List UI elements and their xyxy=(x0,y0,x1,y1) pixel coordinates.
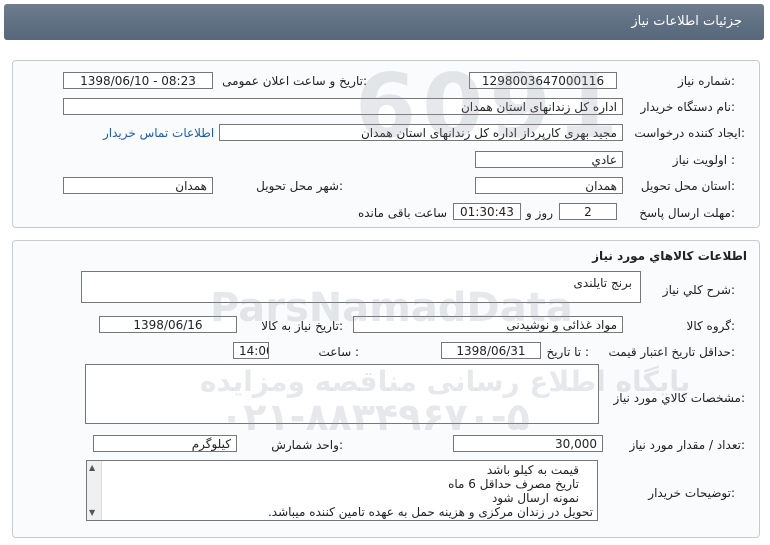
validity-time-field: 14:00 xyxy=(233,342,269,359)
goods-section-title: اطلاعات کالاهاي مورد نياز xyxy=(592,249,747,263)
validity-label: حداقل تاريخ اعتبار قيمت: xyxy=(608,345,735,359)
qty-field: 30,000 xyxy=(453,435,603,452)
summary-text: برنج تايلندی xyxy=(573,276,632,290)
unit-label: واحد شمارش: xyxy=(271,438,343,452)
buyer-contact-link[interactable]: اطلاعات تماس خريدار xyxy=(103,126,214,140)
specs-label: مشخصات کالاي مورد نياز: xyxy=(613,391,745,405)
note-line: تحويل در زندان مرکزی و هزينه حمل به عهده… xyxy=(267,505,593,519)
note-line: قيمت به کيلو باشد xyxy=(486,463,579,477)
scroll-up-icon[interactable]: ▲ xyxy=(89,463,95,472)
group-label: گروه کالا: xyxy=(686,319,736,333)
until-date-label: تا تاريخ : xyxy=(546,345,589,359)
notes-scrollbar[interactable]: ▲ ▼ xyxy=(87,461,102,520)
buyer-notes-field[interactable]: ▲ ▼ قيمت به کيلو باشد تاريخ مصرف حداقل 6… xyxy=(86,460,598,521)
deadline-label: مهلت ارسال پاسخ: xyxy=(639,206,735,220)
deadline-days-field: 2 xyxy=(559,203,617,220)
summary-label: شرح کلي نياز: xyxy=(662,283,735,297)
priority-field: عادي xyxy=(475,151,623,168)
qty-value: 30,000 xyxy=(555,437,597,451)
city-field: همدان xyxy=(63,177,213,194)
need-number-label: شماره نياز: xyxy=(677,74,735,88)
buyer-org-field: اداره کل زندانهای استان همدان xyxy=(63,98,623,115)
unit-field: کيلوگرم xyxy=(93,435,237,452)
page-header: جزئيات اطلاعات نياز xyxy=(4,4,764,40)
creator-label: ايجاد کننده درخواست: xyxy=(634,126,745,140)
creator-field: مجيد بهری کارپرداز اداره کل زندانهای است… xyxy=(219,124,623,141)
summary-field: برنج تايلندی xyxy=(81,271,641,303)
specs-field xyxy=(85,364,599,424)
qty-label: تعداد / مقدار مورد نياز: xyxy=(629,438,745,452)
city-label: شهر محل تحويل: xyxy=(256,179,343,193)
announce-label: تاريخ و ساعت اعلان عمومی: xyxy=(222,74,367,88)
note-line: نمونه ارسال شود xyxy=(491,491,579,505)
page-title: جزئيات اطلاعات نياز xyxy=(631,14,742,29)
scroll-down-icon[interactable]: ▼ xyxy=(89,508,95,517)
priority-label: اولويت نياز : xyxy=(672,153,735,167)
province-field: همدان xyxy=(475,177,623,194)
need-info-panel: شماره نياز: 1298003647000116 تاريخ و ساع… xyxy=(12,60,760,228)
note-line: تاريخ مصرف حداقل 6 ماه xyxy=(448,477,579,491)
need-number-field: 1298003647000116 xyxy=(469,72,617,89)
announce-datetime-field: 1398/06/10 - 08:23 xyxy=(63,72,213,89)
validity-date-field: 1398/06/31 xyxy=(441,342,541,359)
group-field: مواد غذائی و نوشيدنی xyxy=(353,316,623,333)
need-date-label: تاريخ نياز به کالا: xyxy=(261,319,343,333)
days-word: روز و xyxy=(526,206,553,220)
province-label: استان محل تحويل: xyxy=(640,179,735,193)
buyer-org-label: نام دستگاه خريدار: xyxy=(640,100,736,114)
need-date-field: 1398/06/16 xyxy=(99,316,237,333)
deadline-time-field: 01:30:43 xyxy=(453,203,521,220)
remaining-text: ساعت باقی مانده xyxy=(357,206,447,220)
notes-label: توضيحات خريدار: xyxy=(648,486,735,500)
validity-time-label: ساعت : xyxy=(318,345,359,359)
